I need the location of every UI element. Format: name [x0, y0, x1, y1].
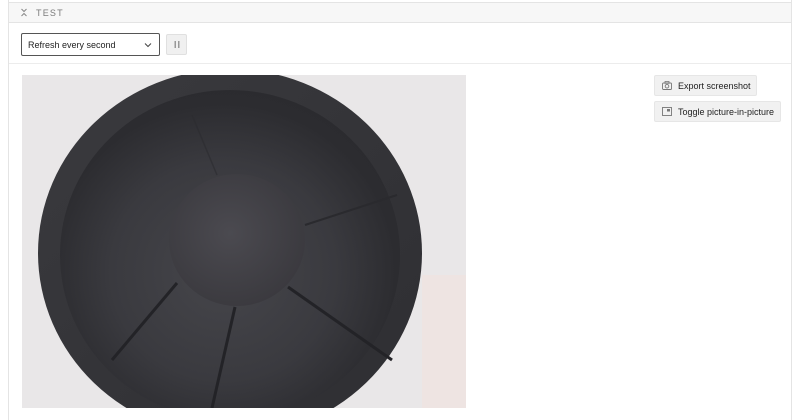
bowl-photo — [22, 75, 466, 408]
refresh-interval-select[interactable]: Refresh every second — [21, 33, 160, 56]
pause-icon — [173, 36, 181, 54]
toolbar: Refresh every second — [9, 24, 791, 64]
pause-button[interactable] — [166, 34, 187, 55]
chevron-down-icon — [144, 41, 152, 49]
actions-panel: Export screenshot Toggle picture-in-pict… — [654, 75, 781, 127]
picture-in-picture-icon — [662, 107, 672, 116]
panel-title: TEST — [36, 7, 64, 18]
toggle-pip-label: Toggle picture-in-picture — [678, 106, 775, 117]
panel-header[interactable]: TEST — [9, 2, 791, 23]
toggle-pip-button[interactable]: Toggle picture-in-picture — [654, 101, 781, 122]
panel: TEST Refresh every second Export screens… — [8, 0, 792, 420]
camera-icon — [662, 81, 672, 90]
camera-image — [22, 75, 466, 408]
refresh-interval-value: Refresh every second — [28, 39, 116, 50]
export-screenshot-button[interactable]: Export screenshot — [654, 75, 757, 96]
export-screenshot-label: Export screenshot — [678, 80, 751, 91]
collapse-arrows-icon[interactable] — [19, 8, 29, 18]
